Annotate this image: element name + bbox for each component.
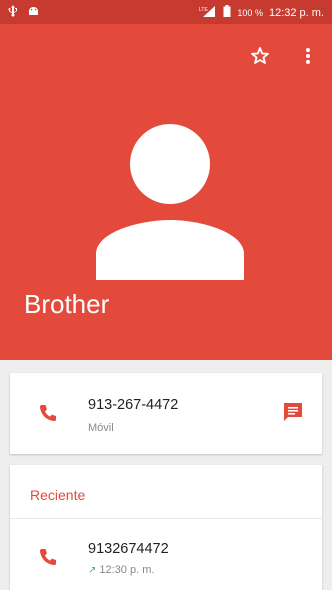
avatar (96, 124, 244, 280)
contact-name: Brother (24, 289, 110, 319)
status-bar: LTE 100 % 12:32 p. m. (0, 0, 332, 24)
phone-card[interactable]: 913-267-4472 Móvil (10, 373, 322, 454)
usb-icon (8, 5, 18, 20)
phone-icon[interactable] (38, 547, 58, 567)
phone-number[interactable]: 913-267-4472 (88, 397, 178, 413)
battery-icon (223, 5, 231, 20)
more-vert-icon[interactable] (298, 44, 318, 68)
recent-call-time: 12:30 p. m. (99, 564, 155, 576)
recent-call-item[interactable]: 9132674472 ↗ 12:30 p. m. (10, 519, 322, 581)
signal-icon: LTE (199, 5, 217, 20)
phone-icon[interactable] (38, 403, 58, 423)
outgoing-call-icon: ↗ (88, 565, 97, 576)
recent-call-number: 9132674472 (88, 541, 169, 557)
recent-card: Reciente 9132674472 ↗ 12:30 p. m. (10, 465, 322, 590)
battery-percent: 100 % (237, 7, 263, 18)
star-outline-icon[interactable] (248, 44, 272, 68)
recent-header: Reciente (30, 487, 86, 503)
message-icon[interactable] (282, 401, 304, 423)
phone-type: Móvil (88, 422, 114, 434)
recent-call-meta: ↗ 12:30 p. m. (88, 564, 154, 576)
contact-header: Brother (0, 24, 332, 360)
android-icon (28, 6, 39, 20)
svg-text:LTE: LTE (199, 7, 208, 13)
clock: 12:32 p. m. (268, 6, 324, 19)
